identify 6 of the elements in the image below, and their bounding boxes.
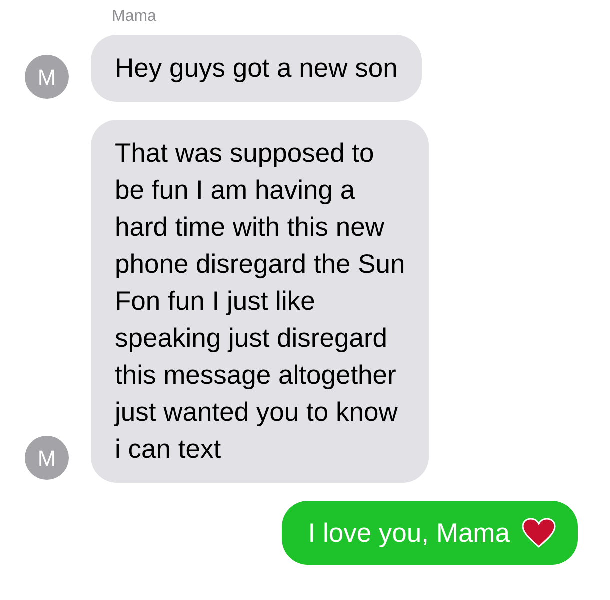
message-bubble: That was supposed to be fun I am having a hard time with this new phone disregard the Sun Fon fun I just like speaking just disregard this message altogether just wanted you to know i can text <box>91 120 430 483</box>
avatar: M <box>25 436 69 480</box>
sender-name: Mama <box>112 7 158 27</box>
avatar: M <box>25 55 69 99</box>
message-text: I love you, Mama <box>308 517 510 550</box>
message-bubble: Hey guys got a new son <box>91 35 422 102</box>
